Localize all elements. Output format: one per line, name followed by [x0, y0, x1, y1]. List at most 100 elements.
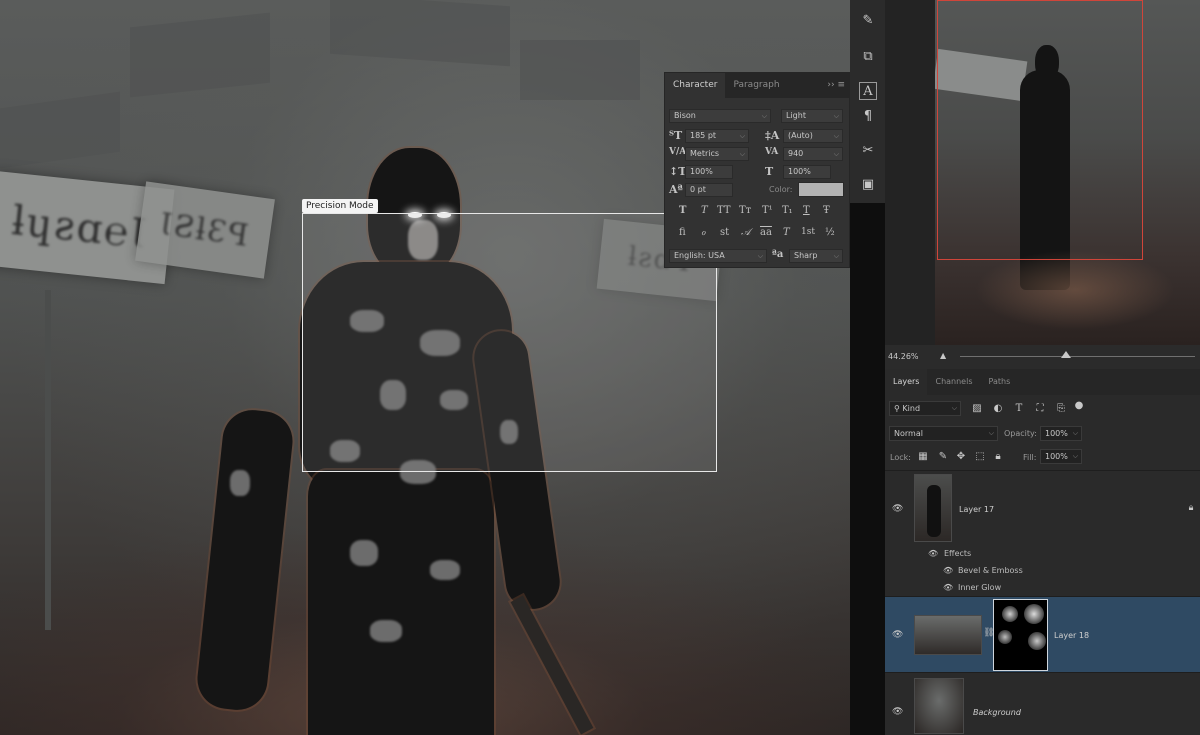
swash-button[interactable]: 𝒜 [741, 227, 750, 238]
baseline-shift-value: 0 pt [690, 185, 706, 194]
tab-channels[interactable]: Channels [927, 369, 980, 395]
tab-paragraph[interactable]: Paragraph [725, 73, 787, 98]
effects-label[interactable]: Effects [944, 549, 971, 558]
character-icon[interactable]: A [859, 82, 877, 100]
layer-row-background[interactable]: 👁︎ Background [885, 672, 1200, 735]
fill-label: Fill: [1023, 453, 1037, 462]
filter-kind-value: Kind [902, 404, 921, 413]
all-caps-button[interactable]: TT [717, 205, 731, 216]
character-panel[interactable]: Character Paragraph ›› ≡ Bison ⌵ Light ⌵… [664, 72, 850, 268]
panel-menu-icon[interactable]: ›› ≡ [827, 80, 845, 90]
font-style-select[interactable]: Light ⌵ [781, 109, 843, 123]
filter-toggle-icon[interactable]: ● [1073, 400, 1085, 411]
effect-visibility-icon[interactable]: 👁︎ [943, 566, 953, 575]
opacity-label: Opacity: [1004, 429, 1037, 438]
blend-mode-select[interactable]: Normal ⌵ [889, 426, 998, 441]
visibility-eye-icon[interactable]: 👁︎ [892, 630, 903, 640]
layer-thumbnail [914, 474, 952, 542]
effect-inner-glow[interactable]: Inner Glow [958, 583, 1001, 592]
chevron-down-icon: ⌵ [833, 252, 839, 260]
contextual-alternates-button[interactable]: ℴ [701, 227, 706, 238]
layer-name[interactable]: Layer 17 [959, 505, 994, 514]
layer-thumbnail [914, 678, 964, 734]
titling-alternates-button[interactable]: T [783, 227, 790, 238]
tab-character[interactable]: Character [665, 73, 726, 98]
visibility-eye-icon[interactable]: 👁︎ [892, 707, 903, 717]
kerning-select[interactable]: Metrics ⌵ [685, 147, 749, 161]
faux-italic-button[interactable]: T [701, 205, 708, 216]
precision-selection-box[interactable] [302, 213, 717, 472]
tracking-icon: VA [765, 147, 779, 157]
chevron-down-icon: ⌵ [833, 132, 839, 140]
sign-pole [45, 290, 51, 630]
subscript-button[interactable]: T₁ [782, 205, 793, 216]
layer-row-layer-18[interactable]: 👁︎ ⛓︎ Layer 18 [885, 596, 1200, 672]
ordinals-button[interactable]: 1st [801, 227, 815, 237]
chevron-down-icon: ⌵ [1072, 429, 1078, 437]
chevron-down-icon: ⌵ [1072, 452, 1078, 460]
strikethrough-button[interactable]: Ŧ [823, 205, 830, 216]
navigator-zoom-bar: 44.26% ▲ [885, 345, 1200, 369]
language-select[interactable]: English: USA ⌵ [669, 249, 767, 263]
zoom-slider-thumb[interactable] [1061, 351, 1071, 358]
lock-image-icon[interactable]: ✎ [937, 451, 949, 462]
faux-bold-button[interactable]: T [679, 205, 686, 216]
horizontal-scale-input[interactable]: 100% [783, 165, 831, 179]
navigator-view-box[interactable] [937, 0, 1143, 260]
opacity-input[interactable]: 100% ⌵ [1040, 426, 1082, 441]
filter-shape-icon[interactable]: ⛶ [1034, 403, 1046, 414]
visibility-eye-icon[interactable]: 👁︎ [892, 504, 903, 514]
layer-filter-select[interactable]: ⚲ Kind ⌵ [889, 401, 961, 416]
ligatures-button[interactable]: ﬁ [679, 227, 686, 238]
stylistic-alternates-button[interactable]: aa [760, 227, 772, 238]
text-color-swatch[interactable] [798, 182, 844, 197]
layer-name[interactable]: Background [973, 708, 1021, 717]
layer-mask-thumbnail[interactable] [993, 599, 1048, 671]
layer-row-layer-17[interactable]: 👁︎ Layer 17 🔒︎ [885, 470, 1200, 542]
discretionary-ligatures-button[interactable]: st [720, 227, 729, 238]
filter-type-icon[interactable]: T [1013, 403, 1025, 414]
filter-smart-object-icon[interactable]: ⎘ [1055, 403, 1067, 414]
antialias-select[interactable]: Sharp ⌵ [789, 249, 843, 263]
filter-adjustment-icon[interactable]: ◐ [992, 403, 1004, 414]
underline-button[interactable]: T [803, 205, 810, 216]
bg-block [520, 40, 640, 100]
tab-paths[interactable]: Paths [981, 369, 1019, 395]
antialias-value: Sharp [794, 251, 818, 260]
lock-artboard-icon[interactable]: ⬚ [974, 451, 986, 462]
tracking-select[interactable]: 940 ⌵ [783, 147, 843, 161]
layer-comps-icon[interactable]: ▣ [859, 176, 877, 194]
fractions-button[interactable]: ½ [825, 227, 835, 238]
navigator-panel[interactable] [885, 0, 1200, 345]
zoom-out-icon[interactable]: ▲ [940, 351, 946, 360]
vertical-scale-input[interactable]: 100% [685, 165, 733, 179]
font-size-select[interactable]: 185 pt ⌵ [685, 129, 749, 143]
brush-presets-icon[interactable]: ✎ [859, 12, 877, 30]
tools-icon[interactable]: ✂ [859, 142, 877, 160]
lock-all-icon[interactable]: 🔒︎ [992, 451, 1004, 462]
clone-source-icon[interactable]: ⧉ [859, 48, 877, 66]
effects-visibility-icon[interactable]: 👁︎ [928, 549, 938, 558]
tab-layers[interactable]: Layers [885, 369, 928, 395]
kerning-icon: V/A [669, 147, 687, 157]
filter-pixel-icon[interactable]: ▨ [971, 403, 983, 414]
leading-icon: ‡A [765, 129, 780, 142]
zoom-readout[interactable]: 44.26% [888, 352, 919, 361]
font-family-select[interactable]: Bison ⌵ [669, 109, 771, 123]
kerning-value: Metrics [690, 149, 720, 158]
leading-select[interactable]: (Auto) ⌵ [783, 129, 843, 143]
small-caps-button[interactable]: Tт [739, 205, 751, 216]
fill-input[interactable]: 100% ⌵ [1040, 449, 1082, 464]
effect-bevel-emboss[interactable]: Bevel & Emboss [958, 566, 1023, 575]
effect-visibility-icon[interactable]: 👁︎ [943, 583, 953, 592]
layer-name[interactable]: Layer 18 [1054, 631, 1089, 640]
fill-value: 100% [1045, 452, 1068, 461]
superscript-button[interactable]: T¹ [762, 205, 773, 216]
lock-transparent-icon[interactable]: ▦ [917, 451, 929, 462]
chevron-down-icon: ⌵ [761, 112, 767, 120]
lock-position-icon[interactable]: ✥ [955, 451, 967, 462]
zoom-slider-track[interactable] [960, 356, 1195, 357]
baseline-shift-input[interactable]: 0 pt [685, 183, 733, 197]
layers-panel-tabs: Layers Channels Paths [885, 369, 1200, 395]
paragraph-icon[interactable]: ¶ [859, 108, 877, 126]
